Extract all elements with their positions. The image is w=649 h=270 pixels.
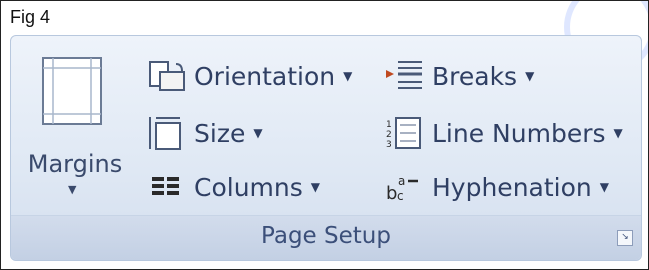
svg-text:b: b (386, 183, 397, 204)
page-setup-group: Margins ▼ Orientation ▼ Size ▼ Columns ▼… (10, 35, 642, 261)
figure-label: Fig 4 (10, 7, 51, 27)
svg-text:c: c (397, 189, 404, 203)
svg-text:a: a (398, 174, 405, 188)
dialog-launcher-icon[interactable]: ↘ (617, 230, 633, 246)
margins-label: Margins (27, 150, 123, 178)
svg-text:1: 1 (386, 120, 392, 130)
chevron-down-icon: ▼ (253, 126, 263, 140)
hyphenation-icon: b c a (384, 169, 424, 205)
breaks-label: Breaks (432, 61, 518, 91)
svg-text:2: 2 (386, 130, 392, 140)
breaks-button[interactable]: Breaks ▼ (384, 56, 534, 96)
columns-label: Columns (194, 172, 303, 202)
size-button[interactable]: Size ▼ (146, 113, 263, 153)
orientation-icon (146, 58, 186, 94)
breaks-icon (384, 58, 424, 94)
chevron-down-icon: ▼ (613, 126, 623, 140)
svg-text:3: 3 (386, 140, 392, 150)
chevron-down-icon: ▼ (599, 180, 609, 194)
group-title: Page Setup (261, 223, 391, 249)
line-numbers-button[interactable]: 1 2 3 Line Numbers ▼ (384, 113, 623, 153)
hyphenation-button[interactable]: b c a Hyphenation ▼ (384, 167, 609, 207)
orientation-label: Orientation (194, 61, 336, 91)
group-footer: Page Setup ↘ (11, 215, 641, 260)
chevron-down-icon: ▼ (310, 180, 320, 194)
margins-icon (42, 57, 102, 125)
size-icon (146, 115, 186, 151)
figure-frame: Fig 4 Margins ▼ Orientation ▼ Size ▼ Col… (0, 0, 649, 270)
line-numbers-icon: 1 2 3 (384, 115, 424, 151)
line-numbers-label: Line Numbers (432, 118, 606, 148)
chevron-down-icon: ▼ (68, 183, 77, 196)
orientation-button[interactable]: Orientation ▼ (146, 56, 352, 96)
chevron-down-icon: ▼ (525, 69, 535, 83)
size-label: Size (194, 118, 246, 148)
margins-button[interactable]: Margins ▼ (11, 42, 139, 212)
hyphenation-label: Hyphenation (432, 172, 592, 202)
chevron-down-icon: ▼ (343, 69, 353, 83)
columns-button[interactable]: Columns ▼ (146, 167, 320, 207)
columns-icon (146, 169, 186, 205)
